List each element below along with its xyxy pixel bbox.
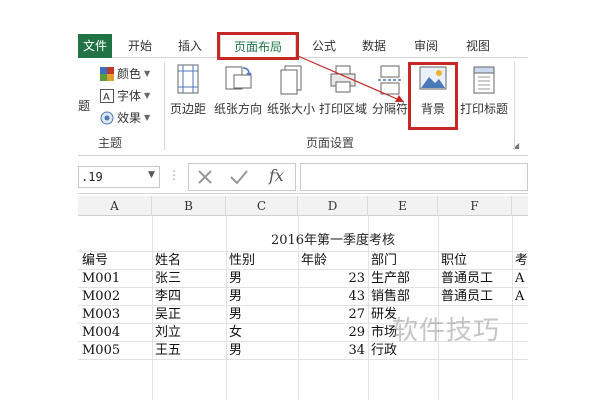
cancel-icon xyxy=(198,170,212,184)
table-cell[interactable]: 销售部 xyxy=(369,288,437,306)
formula-input[interactable] xyxy=(300,163,528,191)
table-cell[interactable]: M002 xyxy=(80,288,152,306)
header-cell[interactable]: 姓名 xyxy=(153,252,225,270)
insert-function-button[interactable]: fx xyxy=(269,166,284,185)
table-cell[interactable]: M001 xyxy=(80,270,152,288)
table-cell[interactable]: 男 xyxy=(227,288,297,306)
column-header-c[interactable]: C xyxy=(226,196,298,216)
table-cell[interactable]: M004 xyxy=(80,324,152,342)
table-cell[interactable]: 男 xyxy=(227,342,297,360)
header-cell[interactable]: 部门 xyxy=(369,252,437,270)
table-cell[interactable]: M003 xyxy=(80,306,152,324)
table-cell[interactable]: 34 xyxy=(299,342,367,360)
table-cell[interactable]: 张三 xyxy=(153,270,225,288)
formula-buttons: fx xyxy=(188,163,296,191)
column-header-e[interactable]: E xyxy=(368,196,438,216)
table-cell[interactable]: A xyxy=(513,270,528,288)
table-cell[interactable]: 生产部 xyxy=(369,270,437,288)
table-cell[interactable]: 吴正 xyxy=(153,306,225,324)
watermark-text: 软件技巧 xyxy=(392,316,501,346)
table-cell[interactable]: 男 xyxy=(227,306,297,324)
table-cell[interactable]: 王五 xyxy=(153,342,225,360)
table-cell[interactable]: 普通员工 xyxy=(439,270,511,288)
table-cell[interactable]: 女 xyxy=(227,324,297,342)
sheet-title-cell[interactable]: 2016年第一季度考核 xyxy=(150,232,516,250)
header-cell[interactable]: 职位 xyxy=(439,252,511,270)
table-cell[interactable]: 29 xyxy=(299,324,367,342)
table-cell[interactable]: 普通员工 xyxy=(439,288,511,306)
table-cell[interactable]: 刘立 xyxy=(153,324,225,342)
table-cell[interactable]: M005 xyxy=(80,342,152,360)
header-cell[interactable]: 性别 xyxy=(227,252,297,270)
formula-bar-handle[interactable]: ⋮ xyxy=(168,168,180,182)
header-cell[interactable]: 年龄 xyxy=(299,252,367,270)
column-header-f[interactable]: F xyxy=(438,196,512,216)
table-cell[interactable]: 李四 xyxy=(153,288,225,306)
column-header-d[interactable]: D xyxy=(298,196,368,216)
table-cell[interactable]: 男 xyxy=(227,270,297,288)
column-header-b[interactable]: B xyxy=(152,196,226,216)
table-cell[interactable]: 23 xyxy=(299,270,367,288)
column-header-a[interactable]: A xyxy=(78,196,152,216)
header-cell[interactable]: 考 xyxy=(513,252,528,270)
header-cell[interactable]: 编号 xyxy=(80,252,152,270)
check-icon xyxy=(230,170,248,185)
chevron-down-icon[interactable]: ▼ xyxy=(148,170,155,180)
table-cell[interactable]: A xyxy=(513,288,528,306)
table-cell[interactable]: 27 xyxy=(299,306,367,324)
table-cell[interactable]: 43 xyxy=(299,288,367,306)
